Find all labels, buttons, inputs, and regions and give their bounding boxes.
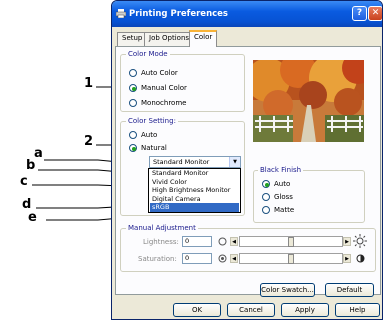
finish-gloss-label: Gloss [274, 193, 293, 201]
radio-natural[interactable] [129, 144, 137, 152]
color-setting-combo[interactable]: Standard Monitor ▼ [149, 156, 241, 168]
default-button[interactable]: Default [325, 283, 374, 297]
manual-color-label: Manual Color [141, 84, 187, 92]
finish-matte-label: Matte [274, 206, 295, 214]
radio-auto-color[interactable] [129, 69, 137, 77]
lightness-label: Lightness: [143, 238, 179, 246]
sun-icon [353, 234, 367, 248]
saturation-input[interactable]: 0 [182, 253, 212, 264]
color-setting-label: Color Setting: [126, 117, 178, 125]
saturation-slider-thumb[interactable] [288, 254, 294, 264]
natural-label: Natural [141, 144, 167, 152]
chevron-down-icon[interactable]: ▼ [229, 157, 240, 167]
dropdown-item-digital-camera[interactable]: Digital Camera [150, 195, 239, 204]
target-icon [218, 254, 227, 263]
dropdown-item-high-brightness-monitor[interactable]: High Brightness Monitor [150, 186, 239, 195]
callout-a: a [34, 146, 43, 161]
dropdown-item-standard-monitor[interactable]: Standard Monitor [150, 169, 239, 178]
monochrome-label: Monochrome [141, 99, 187, 107]
radio-finish-matte[interactable] [262, 206, 270, 214]
color-mode-label: Color Mode [126, 50, 170, 58]
lightness-input[interactable]: 0 [182, 236, 212, 247]
close-button[interactable]: ✕ [368, 6, 382, 21]
dropdown-item-srgb[interactable]: sRGB [150, 203, 239, 212]
radio-manual-color[interactable] [129, 84, 137, 92]
circle-icon [218, 237, 227, 246]
lightness-left-arrow[interactable]: ◀ [230, 237, 238, 246]
help-button[interactable]: Help [335, 303, 380, 317]
color-setting-dropdown-list: Standard Monitor Vivid Color High Bright… [148, 168, 241, 213]
lightness-right-arrow[interactable]: ▶ [343, 237, 351, 246]
saturation-label: Saturation: [138, 255, 177, 263]
radio-finish-gloss[interactable] [262, 193, 270, 201]
tab-color[interactable]: Color [189, 30, 218, 47]
help-title-button[interactable]: ? [352, 6, 367, 21]
auto-setting-label: Auto [141, 131, 158, 139]
finish-auto-label: Auto [274, 180, 291, 188]
callout-e: e [28, 210, 37, 225]
manual-adjustment-label: Manual Adjustment [126, 224, 198, 232]
tab-setup[interactable]: Setup [117, 32, 148, 46]
cancel-button[interactable]: Cancel [227, 303, 275, 317]
callout-b: b [26, 158, 36, 173]
saturation-left-arrow[interactable]: ◀ [230, 254, 238, 263]
window-title: Printing Preferences [129, 9, 228, 19]
color-tab-panel: Color Mode Auto Color Manual Color Monoc… [115, 46, 381, 297]
radio-finish-auto[interactable] [262, 180, 270, 188]
black-finish-label: Black Finish [258, 166, 304, 174]
half-circle-icon [356, 254, 365, 263]
callout-2: 2 [84, 134, 94, 149]
color-preview-image [253, 60, 364, 142]
apply-button[interactable]: Apply [281, 303, 329, 317]
combo-value: Standard Monitor [153, 158, 210, 166]
callout-c: c [20, 174, 28, 189]
title-bar[interactable]: Printing Preferences ? ✕ [112, 1, 382, 27]
tab-job-options[interactable]: Job Options [144, 32, 195, 46]
dropdown-item-vivid-color[interactable]: Vivid Color [150, 178, 239, 187]
radio-auto-setting[interactable] [129, 131, 137, 139]
saturation-right-arrow[interactable]: ▶ [343, 254, 351, 263]
printing-preferences-window: Printing Preferences ? ✕ Setup Job Optio… [111, 0, 383, 320]
lightness-slider-thumb[interactable] [288, 237, 294, 247]
callout-1: 1 [84, 76, 94, 91]
color-swatch-button[interactable]: Color Swatch... [260, 283, 315, 297]
ok-button[interactable]: OK [173, 303, 221, 317]
auto-color-label: Auto Color [141, 69, 178, 77]
radio-monochrome[interactable] [129, 99, 137, 107]
printer-icon [116, 9, 126, 18]
manual-adjustment-group [120, 228, 376, 272]
